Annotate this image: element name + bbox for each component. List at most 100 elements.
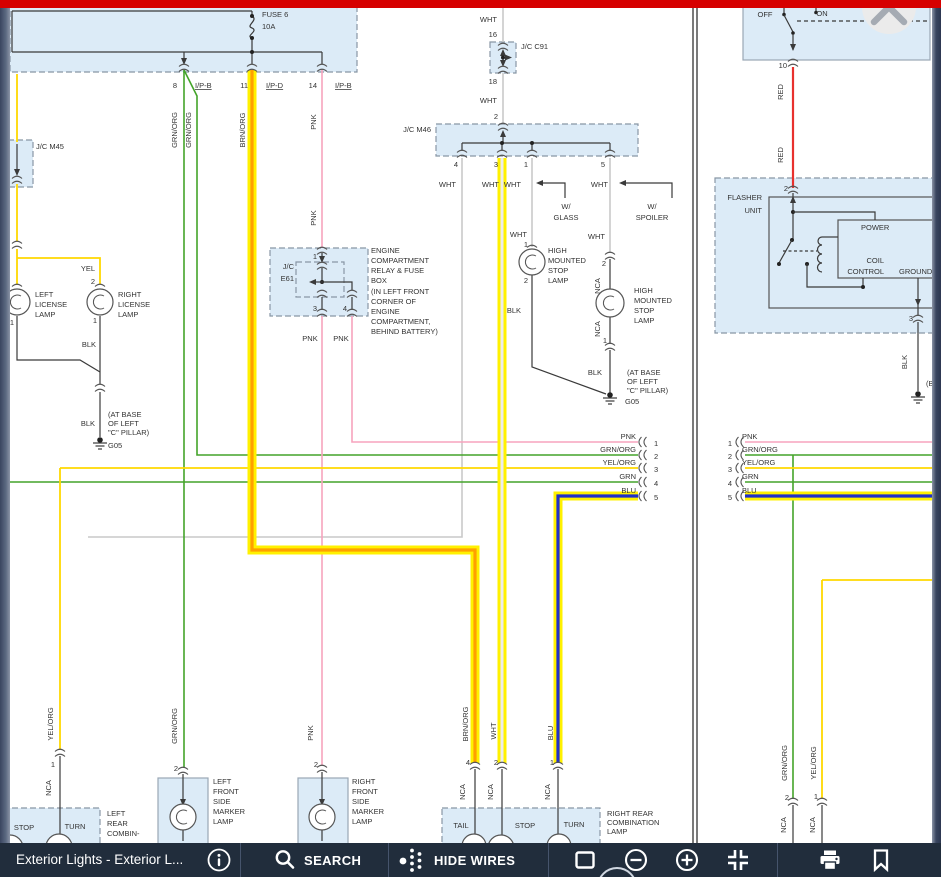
bottom-toolbar: Exterior Lights - Exterior L... SEARCH H… (0, 843, 941, 877)
svg-text:COMPARTMENT,: COMPARTMENT, (371, 317, 430, 326)
toolbar-divider (777, 843, 778, 877)
svg-text:I/P-B: I/P-B (195, 81, 212, 90)
svg-text:3: 3 (654, 465, 658, 474)
svg-text:YEL: YEL (81, 264, 95, 273)
svg-text:W/: W/ (647, 202, 657, 211)
zoom-in-icon (675, 848, 699, 872)
svg-text:J/C C91: J/C C91 (521, 42, 548, 51)
svg-text:5: 5 (601, 160, 605, 169)
svg-text:3: 3 (313, 304, 317, 313)
svg-text:ENGINE: ENGINE (371, 246, 400, 255)
left-window-edge (0, 0, 10, 877)
svg-text:TURN: TURN (65, 822, 86, 831)
right-front-side-marker-lamp (309, 804, 335, 830)
junction-jc-m45 (8, 140, 33, 187)
svg-text:NCA: NCA (593, 321, 602, 337)
info-icon (206, 847, 232, 873)
svg-text:LICENSE: LICENSE (35, 300, 67, 309)
svg-text:YEL/ORG: YEL/ORG (46, 707, 55, 741)
svg-text:BLU: BLU (742, 486, 757, 495)
svg-text:10: 10 (779, 61, 787, 70)
svg-text:NCA: NCA (543, 784, 552, 800)
bookmark-button[interactable] (870, 843, 892, 877)
svg-text:2: 2 (494, 758, 498, 767)
svg-text:4: 4 (466, 758, 470, 767)
svg-text:YEL/ORG: YEL/ORG (809, 746, 818, 780)
svg-text:CONTROL: CONTROL (847, 267, 884, 276)
svg-text:GRN/ORG: GRN/ORG (742, 445, 778, 454)
wiring-diagram-canvas[interactable]: FUSE 610A8I/P-B11I/P-D14I/P-BGRN/ORGGRN/… (0, 0, 941, 877)
svg-text:2: 2 (785, 793, 789, 802)
high-mounted-stop-lamp-glass (519, 249, 545, 275)
svg-text:RED: RED (776, 147, 785, 163)
svg-text:FRONT: FRONT (352, 787, 378, 796)
svg-text:4: 4 (343, 304, 347, 313)
svg-text:WHT: WHT (510, 230, 527, 239)
collapse-icon (725, 848, 751, 872)
svg-text:2: 2 (174, 764, 178, 773)
svg-text:G05: G05 (108, 441, 122, 450)
svg-text:MOUNTED: MOUNTED (548, 256, 586, 265)
print-button[interactable] (818, 843, 842, 877)
svg-text:(AT BASE: (AT BASE (108, 410, 141, 419)
svg-text:BLK: BLK (900, 355, 909, 369)
collapse-button[interactable] (725, 843, 751, 877)
svg-text:1: 1 (550, 758, 554, 767)
svg-text:GRN: GRN (742, 472, 759, 481)
svg-text:WHT: WHT (482, 180, 499, 189)
svg-text:YEL/ORG: YEL/ORG (603, 458, 637, 467)
zoom-in-button[interactable] (675, 843, 699, 877)
svg-text:BOX: BOX (371, 276, 387, 285)
search-button[interactable]: SEARCH (274, 843, 361, 877)
svg-text:YEL/ORG: YEL/ORG (742, 458, 776, 467)
svg-text:LAMP: LAMP (548, 276, 568, 285)
svg-text:I/P-B: I/P-B (335, 81, 352, 90)
svg-text:COMBIN-: COMBIN- (107, 829, 140, 838)
svg-text:POWER: POWER (861, 223, 890, 232)
svg-text:1: 1 (524, 240, 528, 249)
right-license-lamp (87, 289, 113, 315)
svg-text:PNK: PNK (306, 725, 315, 740)
svg-text:18: 18 (489, 77, 497, 86)
svg-text:OFF: OFF (758, 10, 773, 19)
svg-text:ON: ON (816, 9, 827, 18)
svg-text:LEFT: LEFT (107, 809, 126, 818)
svg-text:STOP: STOP (515, 821, 535, 830)
svg-text:GRN/ORG: GRN/ORG (184, 112, 193, 148)
svg-text:RIGHT: RIGHT (352, 777, 376, 786)
svg-text:BRN/ORG: BRN/ORG (461, 706, 470, 741)
svg-text:NCA: NCA (458, 784, 467, 800)
svg-text:W/: W/ (561, 202, 571, 211)
svg-text:1: 1 (313, 252, 317, 261)
svg-text:UNIT: UNIT (745, 206, 763, 215)
svg-text:2: 2 (728, 452, 732, 461)
svg-text:OF LEFT: OF LEFT (108, 419, 139, 428)
svg-text:2: 2 (524, 276, 528, 285)
svg-text:LEFT: LEFT (213, 777, 232, 786)
app-window: FUSE 610A8I/P-B11I/P-D14I/P-BGRN/ORGGRN/… (0, 0, 941, 877)
svg-text:MARKER: MARKER (213, 807, 246, 816)
svg-text:TURN: TURN (564, 820, 585, 829)
svg-text:ENGINE: ENGINE (371, 307, 400, 316)
svg-text:COMBINATION: COMBINATION (607, 818, 659, 827)
search-label: SEARCH (304, 853, 361, 868)
svg-text:BLK: BLK (81, 419, 95, 428)
svg-text:GRN/ORG: GRN/ORG (600, 445, 636, 454)
svg-text:11: 11 (240, 81, 248, 90)
svg-text:J/C: J/C (283, 262, 295, 271)
svg-text:GRN/ORG: GRN/ORG (170, 708, 179, 744)
svg-text:LAMP: LAMP (352, 817, 372, 826)
hide-wires-icon (398, 847, 426, 873)
svg-text:GROUND: GROUND (899, 267, 933, 276)
diagram-title[interactable]: Exterior Lights - Exterior L... (16, 843, 183, 877)
svg-text:RELAY & FUSE: RELAY & FUSE (371, 266, 424, 275)
page-separator (693, 8, 697, 843)
svg-text:RIGHT: RIGHT (118, 290, 142, 299)
hide-wires-button[interactable]: HIDE WIRES (398, 843, 515, 877)
fit-page-button[interactable] (574, 843, 596, 877)
svg-text:PNK: PNK (742, 432, 757, 441)
info-button[interactable] (206, 843, 232, 877)
svg-text:BLU: BLU (621, 486, 636, 495)
svg-text:STOP: STOP (14, 823, 34, 832)
svg-text:BLK: BLK (82, 340, 96, 349)
